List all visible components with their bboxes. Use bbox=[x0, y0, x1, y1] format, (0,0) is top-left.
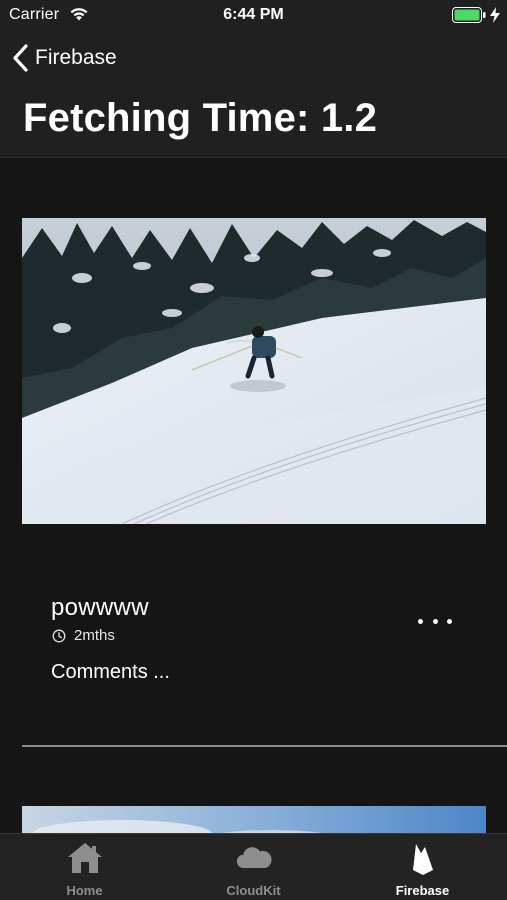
page-title: Fetching Time: 1.2 bbox=[23, 96, 378, 140]
more-icon-dot bbox=[432, 618, 438, 624]
post-timestamp: 2mths bbox=[74, 627, 115, 644]
tab-home[interactable]: Home bbox=[0, 834, 169, 900]
next-post-photo[interactable] bbox=[22, 806, 486, 833]
more-icon-dot bbox=[447, 618, 452, 624]
charging-bolt-icon bbox=[490, 7, 500, 23]
clock-icon bbox=[52, 629, 66, 643]
tab-firebase[interactable]: Firebase bbox=[338, 834, 507, 900]
battery-icon bbox=[452, 7, 486, 23]
home-icon bbox=[67, 843, 102, 873]
post-divider bbox=[22, 745, 507, 747]
status-time: 6:44 PM bbox=[223, 6, 284, 23]
tab-cloudkit[interactable]: CloudKit bbox=[169, 834, 338, 900]
more-icon-dot bbox=[418, 618, 423, 624]
back-button-label: Firebase bbox=[35, 46, 117, 69]
more-options-button[interactable] bbox=[413, 610, 457, 632]
status-bar: Carrier 6:44 PM bbox=[0, 0, 507, 30]
tab-label-cloudkit: CloudKit bbox=[226, 883, 281, 898]
tab-label-home: Home bbox=[66, 883, 103, 898]
firebase-flame-icon bbox=[412, 844, 433, 875]
back-chevron-icon bbox=[13, 44, 28, 72]
app-screen: Carrier 6:44 PM Firebase Fetching Time: … bbox=[0, 0, 507, 900]
post-feed[interactable]: powwww 2mths Comments ... bbox=[0, 158, 507, 833]
post-title: powwww bbox=[51, 594, 149, 621]
navigation-bar: Firebase Fetching Time: 1.2 bbox=[0, 30, 507, 158]
comments-link[interactable]: Comments ... bbox=[51, 661, 170, 684]
post-photo[interactable] bbox=[22, 218, 486, 524]
tab-label-firebase: Firebase bbox=[395, 883, 450, 898]
back-button[interactable]: Firebase bbox=[11, 42, 117, 74]
tab-bar: Home CloudKit Firebase bbox=[0, 833, 507, 900]
cloud-icon bbox=[236, 847, 272, 869]
